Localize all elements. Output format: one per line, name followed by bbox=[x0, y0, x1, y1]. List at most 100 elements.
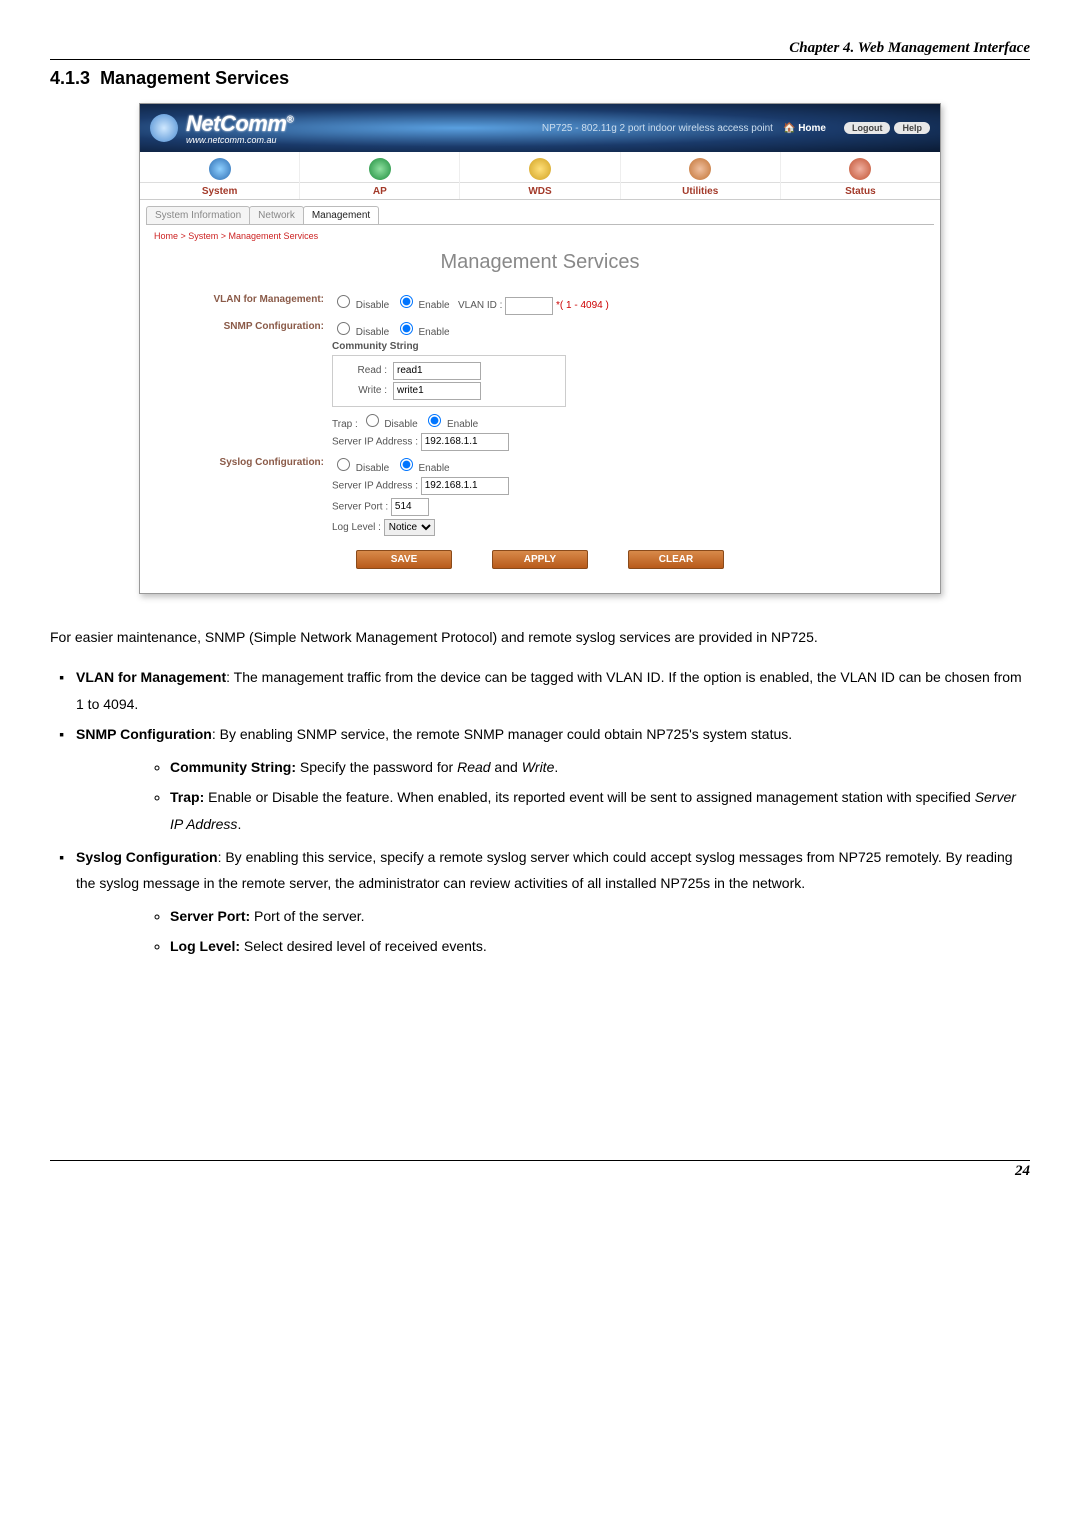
page-number: 24 bbox=[1015, 1163, 1030, 1179]
read-input[interactable] bbox=[393, 362, 481, 380]
log-level-bold: Log Level: bbox=[170, 938, 240, 954]
cs-and: and bbox=[491, 759, 522, 775]
snmp-server-ip-label: Server IP Address : bbox=[332, 436, 418, 447]
snmp-server-ip-input[interactable] bbox=[421, 433, 509, 451]
snmp-enable-radio[interactable] bbox=[400, 322, 413, 335]
server-port-label: Server Port : bbox=[332, 501, 388, 512]
read-label: Read : bbox=[339, 365, 393, 376]
nav-label: Status bbox=[781, 182, 940, 197]
nav-ap[interactable]: AP bbox=[300, 152, 460, 199]
nav-label: WDS bbox=[460, 182, 619, 197]
help-button[interactable]: Help bbox=[894, 122, 930, 134]
home-link[interactable]: 🏠 Home bbox=[783, 123, 826, 134]
list-item: VLAN for Management: The management traf… bbox=[72, 664, 1030, 717]
log-level-text: Select desired level of received events. bbox=[240, 938, 487, 954]
nav-label: System bbox=[140, 182, 299, 197]
snmp-bold: SNMP Configuration bbox=[76, 726, 212, 742]
vlan-range-note: *( 1 - 4094 ) bbox=[556, 300, 609, 311]
screenshot: NetComm® www.netcomm.com.au NP725 - 802.… bbox=[139, 103, 941, 594]
radio-label: Disable bbox=[356, 463, 389, 474]
nav-utilities[interactable]: Utilities bbox=[621, 152, 781, 199]
tab-network[interactable]: Network bbox=[249, 206, 304, 224]
brand-logo-icon bbox=[150, 114, 178, 142]
label-snmp: SNMP Configuration: bbox=[154, 319, 332, 451]
body-text: For easier maintenance, SNMP (Simple Net… bbox=[50, 624, 1030, 961]
community-string-box: Read : Write : bbox=[332, 355, 566, 407]
write-input[interactable] bbox=[393, 382, 481, 400]
tab-system-information[interactable]: System Information bbox=[146, 206, 250, 224]
list-item: SNMP Configuration: By enabling SNMP ser… bbox=[72, 721, 1030, 837]
brand-block: NetComm® www.netcomm.com.au bbox=[186, 111, 293, 145]
main-nav: System AP WDS Utilities Status bbox=[140, 152, 940, 200]
product-description: NP725 - 802.11g 2 port indoor wireless a… bbox=[542, 123, 773, 134]
nav-status[interactable]: Status bbox=[781, 152, 940, 199]
content-block: Home > System > Management Services Mana… bbox=[146, 224, 934, 593]
trap-disable-radio[interactable] bbox=[366, 414, 379, 427]
sub-tabs: System Information Network Management bbox=[140, 206, 940, 224]
syslog-bold: Syslog Configuration bbox=[76, 849, 218, 865]
row-snmp: SNMP Configuration: Disable Enable Commu… bbox=[154, 319, 926, 451]
label-vlan-management: VLAN for Management: bbox=[154, 292, 332, 315]
nav-wds[interactable]: WDS bbox=[460, 152, 620, 199]
section-title: 4.1.3 Management Services bbox=[50, 68, 1030, 89]
log-level-select[interactable]: Notice bbox=[384, 519, 435, 536]
write-label: Write : bbox=[339, 385, 393, 396]
status-icon bbox=[849, 158, 871, 180]
list-item: Syslog Configuration: By enabling this s… bbox=[72, 844, 1030, 960]
syslog-server-ip-input[interactable] bbox=[421, 477, 509, 495]
top-buttons: Logout Help bbox=[844, 122, 930, 134]
bullet-list-2: Community String: Specify the password f… bbox=[76, 754, 1030, 838]
radio-label: Disable bbox=[384, 419, 417, 430]
radio-label: Enable bbox=[418, 463, 449, 474]
section-number: 4.1.3 bbox=[50, 68, 90, 88]
tab-management[interactable]: Management bbox=[303, 206, 379, 224]
brand-name: NetComm bbox=[186, 111, 286, 136]
bullet-list-1: VLAN for Management: The management traf… bbox=[50, 664, 1030, 960]
save-button[interactable]: SAVE bbox=[356, 550, 452, 569]
log-level-label: Log Level : bbox=[332, 522, 381, 533]
row-vlan-management: VLAN for Management: Disable Enable VLAN… bbox=[154, 292, 926, 315]
cs-dot: . bbox=[554, 759, 558, 775]
nav-label: Utilities bbox=[621, 182, 780, 197]
utilities-icon bbox=[689, 158, 711, 180]
ap-icon bbox=[369, 158, 391, 180]
radio-label: Disable bbox=[356, 300, 389, 311]
list-item: Community String: Specify the password f… bbox=[170, 754, 1030, 781]
trap-label: Trap : bbox=[332, 419, 358, 430]
vlan-id-input[interactable] bbox=[505, 297, 553, 315]
nav-system[interactable]: System bbox=[140, 152, 300, 199]
system-icon bbox=[209, 158, 231, 180]
apply-button[interactable]: APPLY bbox=[492, 550, 588, 569]
cs-text: Specify the password for bbox=[296, 759, 457, 775]
server-port-input[interactable] bbox=[391, 498, 429, 516]
syslog-enable-radio[interactable] bbox=[400, 458, 413, 471]
wds-icon bbox=[529, 158, 551, 180]
vlan-disable-radio[interactable] bbox=[337, 295, 350, 308]
radio-label: Enable bbox=[418, 327, 449, 338]
label-syslog: Syslog Configuration: bbox=[154, 455, 332, 536]
radio-label: Enable bbox=[447, 419, 478, 430]
list-item: Trap: Enable or Disable the feature. Whe… bbox=[170, 784, 1030, 837]
page-heading: Management Services bbox=[154, 251, 926, 274]
server-port-text: Port of the server. bbox=[250, 908, 364, 924]
trap-text1: Enable or Disable the feature. When enab… bbox=[204, 789, 974, 805]
list-item: Server Port: Port of the server. bbox=[170, 903, 1030, 930]
trap-enable-radio[interactable] bbox=[428, 414, 441, 427]
snmp-disable-radio[interactable] bbox=[337, 322, 350, 335]
radio-label: Disable bbox=[356, 327, 389, 338]
syslog-server-ip-label: Server IP Address : bbox=[332, 480, 418, 491]
vlan-id-label: VLAN ID : bbox=[458, 300, 502, 311]
logout-button[interactable]: Logout bbox=[844, 122, 891, 134]
nav-label: AP bbox=[300, 182, 459, 197]
clear-button[interactable]: CLEAR bbox=[628, 550, 724, 569]
cs-bold: Community String: bbox=[170, 759, 296, 775]
vlan-bold: VLAN for Management bbox=[76, 669, 226, 685]
syslog-disable-radio[interactable] bbox=[337, 458, 350, 471]
breadcrumb: Home > System > Management Services bbox=[154, 231, 926, 241]
cs-read-i: Read bbox=[457, 759, 490, 775]
intro-paragraph: For easier maintenance, SNMP (Simple Net… bbox=[50, 624, 1030, 651]
trap-dot: . bbox=[237, 816, 241, 832]
server-port-bold: Server Port: bbox=[170, 908, 250, 924]
snmp-text: : By enabling SNMP service, the remote S… bbox=[212, 726, 792, 742]
vlan-enable-radio[interactable] bbox=[400, 295, 413, 308]
